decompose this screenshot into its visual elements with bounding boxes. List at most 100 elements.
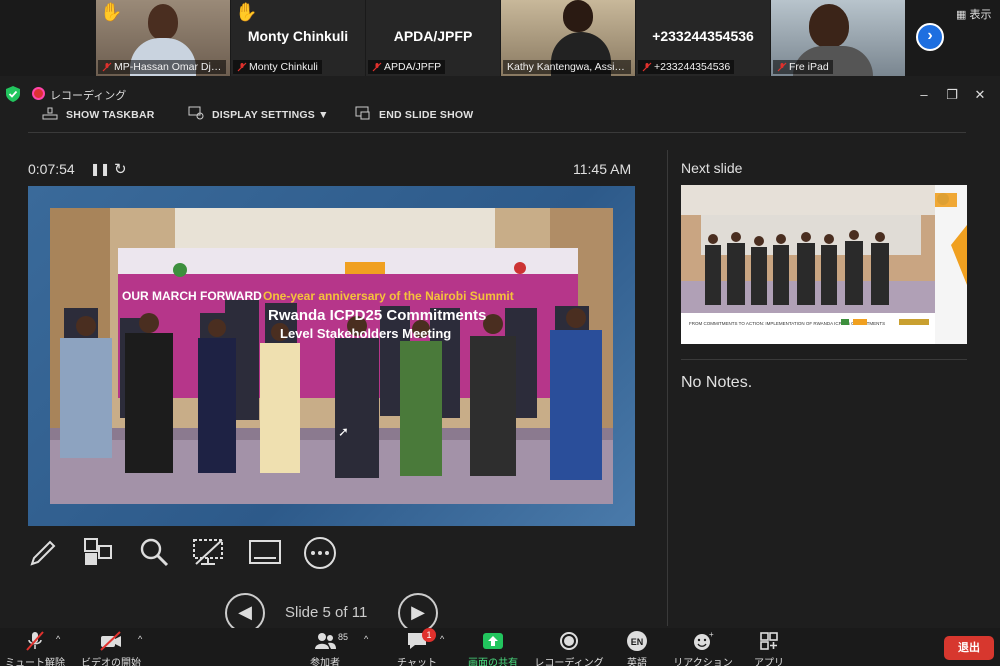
pause-timer-button[interactable]: ❚❚	[90, 162, 110, 176]
zoom-presenter-window: ✋ MP-Hassan Omar Djib... ✋ Monty Chinkul…	[0, 0, 1000, 666]
audio-options-caret[interactable]: ^	[56, 634, 60, 644]
participant-tile[interactable]: Fre iPad	[771, 0, 905, 76]
participant-name: APDA/JPFP	[384, 61, 442, 73]
current-time: 11:45 AM	[573, 161, 632, 177]
muted-mic-icon	[372, 62, 382, 72]
end-slide-show-label: END SLIDE SHOW	[379, 109, 474, 121]
notes-divider	[681, 359, 967, 360]
participant-name: Monty Chinkuli	[249, 61, 318, 73]
display-settings-label: DISPLAY SETTINGS ▼	[212, 109, 329, 121]
participant-name-tag: +233244354536	[638, 60, 735, 74]
video-off-icon	[100, 631, 121, 651]
more-options-icon[interactable]	[303, 536, 337, 575]
show-taskbar-label: SHOW TASKBAR	[66, 109, 155, 121]
record-icon	[560, 632, 578, 650]
see-all-slides-icon[interactable]	[82, 536, 114, 573]
participants-icon	[315, 633, 336, 649]
slide-photo: One-year anniversary of the Nairobi Summ…	[50, 208, 613, 504]
close-button[interactable]: ✕	[966, 87, 994, 103]
next-slide-illustration: FROM COMMITMENTS TO ACTION: IMPLEMENTATI…	[681, 185, 967, 344]
participant-name-tag: Fre iPad	[773, 60, 833, 74]
participant-name: MP-Hassan Omar Djib...	[114, 61, 226, 73]
participant-name: Kathy Kantengwa, Assista...	[507, 61, 631, 73]
share-screen-icon	[483, 633, 503, 649]
participants-options-caret[interactable]: ^	[364, 634, 368, 644]
panel-divider	[667, 150, 668, 626]
black-screen-icon[interactable]	[192, 536, 226, 573]
taskbar-icon	[42, 107, 58, 120]
end-show-icon	[355, 106, 370, 120]
raised-hand-icon: ✋	[235, 2, 258, 22]
recording-status-bar: レコーディング – ❐ ✕	[0, 84, 1000, 104]
mouse-cursor-icon: ➚	[338, 424, 349, 439]
participant-name-tag: Kathy Kantengwa, Assista...	[503, 60, 631, 74]
next-slide-heading: Next slide	[681, 160, 743, 176]
reactions-button[interactable]: + リアクション	[668, 630, 738, 666]
apps-button[interactable]: アプリ	[734, 630, 804, 666]
slide-banner-main: Rwanda ICPD25 Commitments	[268, 307, 486, 324]
previous-slide-button[interactable]: ◀	[225, 593, 265, 633]
participants-button[interactable]: 85 参加者	[290, 630, 360, 666]
meeting-controls-bar: ミュート解除 ^ ビデオの開始 ^ 85 参加者 ^ 1 チャット ^ 画面の共…	[0, 628, 1000, 666]
participant-tile[interactable]: ✋ MP-Hassan Omar Djib...	[96, 0, 230, 76]
zoom-magnifier-icon[interactable]	[138, 536, 170, 573]
restore-button[interactable]: ❐	[938, 87, 966, 103]
recording-button-label: レコーディング	[534, 658, 604, 666]
group-photo-illustration: One-year anniversary of the Nairobi Summ…	[50, 208, 613, 504]
participant-tile[interactable]: ✋ Monty Chinkuli Monty Chinkuli	[231, 0, 365, 76]
language-icon: EN	[627, 631, 647, 651]
start-video-label: ビデオの開始	[81, 658, 141, 666]
participant-face	[148, 4, 178, 40]
next-participants-button[interactable]: ›	[916, 23, 944, 51]
participants-count: 85	[338, 632, 349, 642]
start-video-button[interactable]: ビデオの開始	[76, 630, 146, 666]
leave-meeting-button[interactable]: 退出	[944, 636, 994, 660]
display-settings-icon	[188, 106, 204, 120]
participant-name-tag: MP-Hassan Omar Djib...	[98, 60, 226, 74]
restart-timer-button[interactable]: ↻	[114, 160, 127, 178]
minimize-button[interactable]: –	[910, 87, 938, 102]
view-label: 表示	[969, 9, 992, 21]
view-toggle-button[interactable]: ▦ 表示	[956, 6, 991, 22]
muted-mic-icon	[237, 62, 247, 72]
video-options-caret[interactable]: ^	[138, 634, 142, 644]
show-taskbar-button[interactable]: SHOW TASKBAR	[42, 107, 155, 121]
current-slide[interactable]: One-year anniversary of the Nairobi Summ…	[28, 186, 635, 526]
subtitles-icon[interactable]	[248, 536, 282, 573]
shield-check-icon	[6, 86, 20, 102]
next-slide-preview[interactable]: FROM COMMITMENTS TO ACTION: IMPLEMENTATI…	[681, 185, 967, 344]
participant-name: +233244354536	[654, 61, 731, 73]
svg-text:EN: EN	[631, 637, 644, 647]
participant-name-tag: Monty Chinkuli	[233, 60, 322, 74]
toolbar-divider	[28, 132, 966, 133]
recording-label: レコーディング	[50, 90, 127, 102]
participant-name-tag: APDA/JPFP	[368, 60, 446, 74]
recording-button[interactable]: レコーディング	[534, 630, 604, 666]
participant-strip: ✋ MP-Hassan Omar Djib... ✋ Monty Chinkul…	[0, 0, 1000, 76]
share-screen-button[interactable]: 画面の共有	[458, 630, 528, 666]
participant-tile[interactable]: APDA/JPFP APDA/JPFP	[366, 0, 500, 76]
participant-tile[interactable]: +233244354536 +233244354536	[636, 0, 770, 76]
window-controls: – ❐ ✕	[910, 86, 994, 104]
next-slide-button[interactable]: ▶	[398, 593, 438, 633]
participant-display-name: +233244354536	[652, 28, 754, 44]
chat-unread-badge: 1	[422, 628, 436, 642]
svg-text:+: +	[709, 630, 714, 639]
slide-banner-top: One-year anniversary of the Nairobi Summ…	[263, 289, 514, 303]
slide-left-text: OUR MARCH FORWARD	[122, 289, 262, 303]
muted-mic-icon	[26, 631, 44, 651]
participant-tile-active-speaker[interactable]: Kathy Kantengwa, Assista...	[501, 0, 635, 76]
display-settings-button[interactable]: DISPLAY SETTINGS ▼	[188, 106, 329, 121]
muted-mic-icon	[102, 62, 112, 72]
raised-hand-icon: ✋	[100, 2, 123, 22]
slide-position-label: Slide 5 of 11	[285, 604, 368, 621]
pen-tool-icon[interactable]	[28, 536, 60, 573]
interpretation-language-button[interactable]: EN 英語	[602, 630, 672, 666]
slide-navigation: ◀ Slide 5 of 11 ▶	[225, 593, 440, 633]
apps-label: アプリ	[754, 658, 784, 666]
elapsed-timer: 0:07:54	[28, 161, 75, 177]
muted-mic-icon	[777, 62, 787, 72]
participant-display-name: APDA/JPFP	[393, 28, 473, 44]
end-slide-show-button[interactable]: END SLIDE SHOW	[355, 106, 474, 121]
chat-options-caret[interactable]: ^	[440, 634, 444, 644]
